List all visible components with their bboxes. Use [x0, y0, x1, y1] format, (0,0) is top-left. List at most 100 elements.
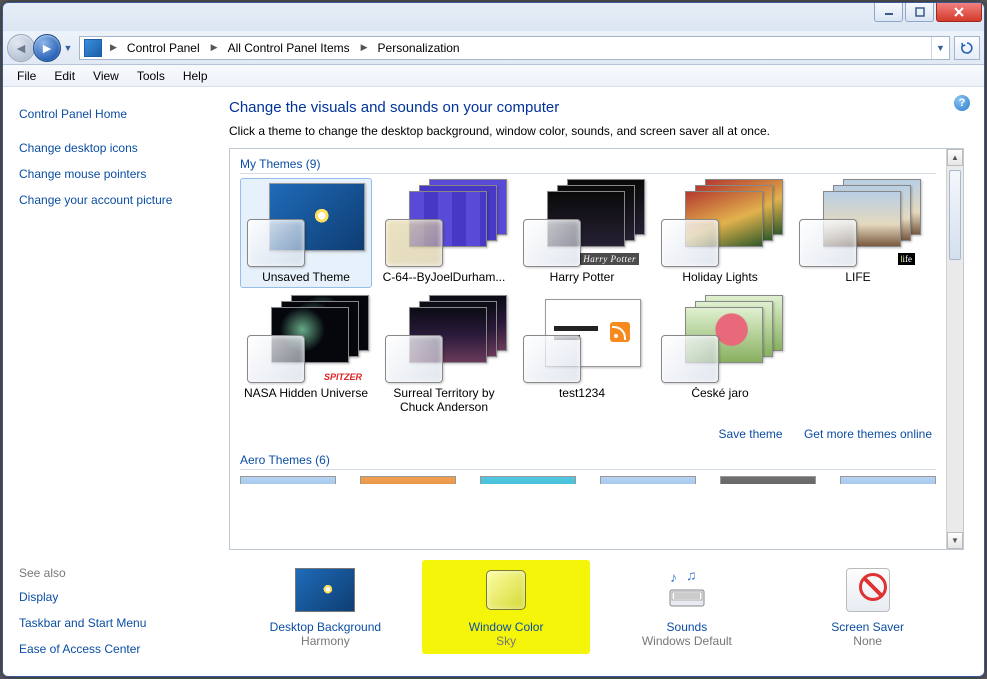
- theme-color-chip: [661, 219, 719, 267]
- page-subtitle: Click a theme to change the desktop back…: [229, 124, 964, 138]
- nav-buttons: ◄ ► ▼: [7, 34, 75, 62]
- theme-label: C-64--ByJoelDurham...: [381, 271, 507, 285]
- chevron-right-icon: ▶: [357, 42, 372, 53]
- theme-item-holiday-lights[interactable]: Holiday Lights: [654, 178, 786, 288]
- address-bar[interactable]: ▶ Control Panel ▶ All Control Panel Item…: [79, 36, 950, 60]
- breadcrumb-seg-personalization[interactable]: Personalization: [372, 37, 467, 59]
- theme-color-chip: [247, 219, 305, 267]
- theme-item-life[interactable]: life LIFE: [792, 178, 924, 288]
- card-value: None: [786, 634, 950, 648]
- theme-item-c64[interactable]: C-64--ByJoelDurham...: [378, 178, 510, 288]
- more-themes-link[interactable]: Get more themes online: [804, 427, 932, 441]
- screen-saver-icon: [838, 566, 898, 614]
- location-icon: [84, 39, 102, 57]
- window-color-card[interactable]: Window Color Sky: [422, 560, 590, 654]
- sounds-card[interactable]: ♪ ♫ Sounds Windows Default: [603, 560, 771, 654]
- sidebar-link-display[interactable]: Display: [19, 590, 201, 604]
- svg-text:♫: ♫: [686, 568, 697, 583]
- theme-item-harry-potter[interactable]: Harry Potter Harry Potter: [516, 178, 648, 288]
- theme-label: Unsaved Theme: [243, 271, 369, 285]
- window-frame: ◄ ► ▼ ▶ Control Panel ▶ All Control Pane…: [2, 2, 985, 677]
- settings-bottom-bar: Desktop Background Harmony Window Color …: [229, 550, 964, 668]
- save-theme-link[interactable]: Save theme: [719, 427, 783, 441]
- theme-label: Surreal Territory by Chuck Anderson: [381, 387, 507, 415]
- theme-label: test1234: [519, 387, 645, 401]
- rss-icon: [610, 322, 630, 342]
- menu-view[interactable]: View: [85, 67, 127, 85]
- menu-tools[interactable]: Tools: [129, 67, 173, 85]
- refresh-button[interactable]: [954, 36, 980, 60]
- sidebar-link-desktop-icons[interactable]: Change desktop icons: [19, 141, 201, 155]
- main-panel: ? Change the visuals and sounds on your …: [217, 87, 984, 676]
- theme-label: LIFE: [795, 271, 921, 285]
- theme-item-ceske-jaro[interactable]: České jaro: [654, 294, 786, 418]
- screen-saver-card[interactable]: Screen Saver None: [784, 560, 952, 654]
- scroll-thumb[interactable]: [949, 170, 961, 260]
- theme-label: Harry Potter: [519, 271, 645, 285]
- maximize-button[interactable]: [905, 3, 934, 22]
- theme-color-chip: [523, 219, 581, 267]
- scroll-down-button[interactable]: ▼: [947, 532, 963, 549]
- card-value: Windows Default: [605, 634, 769, 648]
- titlebar: [3, 3, 984, 31]
- window-buttons: [874, 3, 982, 22]
- close-button[interactable]: [936, 3, 982, 22]
- menu-file[interactable]: File: [9, 67, 44, 85]
- theme-color-chip: [523, 335, 581, 383]
- card-title: Window Color: [424, 620, 588, 634]
- sidebar-seealso-heading: See also: [19, 566, 201, 580]
- menu-bar: File Edit View Tools Help: [3, 65, 984, 87]
- window-color-icon: [476, 566, 536, 614]
- theme-label: České jaro: [657, 387, 783, 401]
- theme-color-chip: [385, 335, 443, 383]
- theme-color-chip: [385, 219, 443, 267]
- card-value: Harmony: [243, 634, 407, 648]
- section-header-label: Aero Themes (6): [240, 453, 330, 467]
- theme-item-nasa[interactable]: SPITZER NASA Hidden Universe: [240, 294, 372, 418]
- address-dropdown[interactable]: ▼: [931, 37, 949, 59]
- sidebar-link-mouse-pointers[interactable]: Change mouse pointers: [19, 167, 201, 181]
- theme-color-chip: [247, 335, 305, 383]
- theme-label: NASA Hidden Universe: [243, 387, 369, 401]
- desktop-background-card[interactable]: Desktop Background Harmony: [241, 560, 409, 654]
- theme-color-chip: [799, 219, 857, 267]
- chevron-right-icon: ▶: [106, 42, 121, 53]
- theme-badge: SPITZER: [321, 371, 365, 383]
- theme-label: Holiday Lights: [657, 271, 783, 285]
- sidebar-link-ease-access[interactable]: Ease of Access Center: [19, 642, 201, 656]
- minimize-button[interactable]: [874, 3, 903, 22]
- page-title: Change the visuals and sounds on your co…: [229, 99, 964, 116]
- aero-themes-peek: [240, 476, 936, 484]
- scroll-track[interactable]: [947, 166, 963, 532]
- card-title: Screen Saver: [786, 620, 950, 634]
- theme-item-surreal[interactable]: Surreal Territory by Chuck Anderson: [378, 294, 510, 418]
- menu-help[interactable]: Help: [175, 67, 216, 85]
- card-title: Desktop Background: [243, 620, 407, 634]
- card-title: Sounds: [605, 620, 769, 634]
- svg-text:♪: ♪: [670, 569, 677, 585]
- breadcrumb-seg-control-panel[interactable]: Control Panel: [121, 37, 207, 59]
- forward-button[interactable]: ►: [33, 34, 61, 62]
- section-header-aero: Aero Themes (6): [240, 453, 936, 470]
- theme-item-test1234[interactable]: test1234: [516, 294, 648, 418]
- sidebar-link-taskbar[interactable]: Taskbar and Start Menu: [19, 616, 201, 630]
- sidebar-home-link[interactable]: Control Panel Home: [19, 107, 201, 121]
- navigation-bar: ◄ ► ▼ ▶ Control Panel ▶ All Control Pane…: [3, 31, 984, 65]
- section-header-label: My Themes (9): [240, 157, 320, 171]
- scroll-up-button[interactable]: ▲: [947, 149, 963, 166]
- theme-action-links: Save theme Get more themes online: [240, 427, 932, 441]
- sidebar-link-account-picture[interactable]: Change your account picture: [19, 193, 201, 207]
- vertical-scrollbar[interactable]: ▲ ▼: [946, 149, 963, 549]
- theme-badge: Harry Potter: [580, 253, 639, 265]
- theme-badge: life: [898, 253, 916, 265]
- theme-grid-mythemes: Unsaved Theme C-64--ByJoelDurham...: [240, 178, 936, 417]
- theme-color-chip: [661, 335, 719, 383]
- themes-container: My Themes (9) Unsaved Theme: [229, 148, 964, 550]
- menu-edit[interactable]: Edit: [46, 67, 83, 85]
- breadcrumb-seg-all-items[interactable]: All Control Panel Items: [222, 37, 357, 59]
- back-button[interactable]: ◄: [7, 34, 35, 62]
- help-icon[interactable]: ?: [954, 95, 970, 111]
- nav-history-dropdown[interactable]: ▼: [61, 43, 75, 53]
- theme-item-unsaved[interactable]: Unsaved Theme: [240, 178, 372, 288]
- desktop-background-icon: [295, 566, 355, 614]
